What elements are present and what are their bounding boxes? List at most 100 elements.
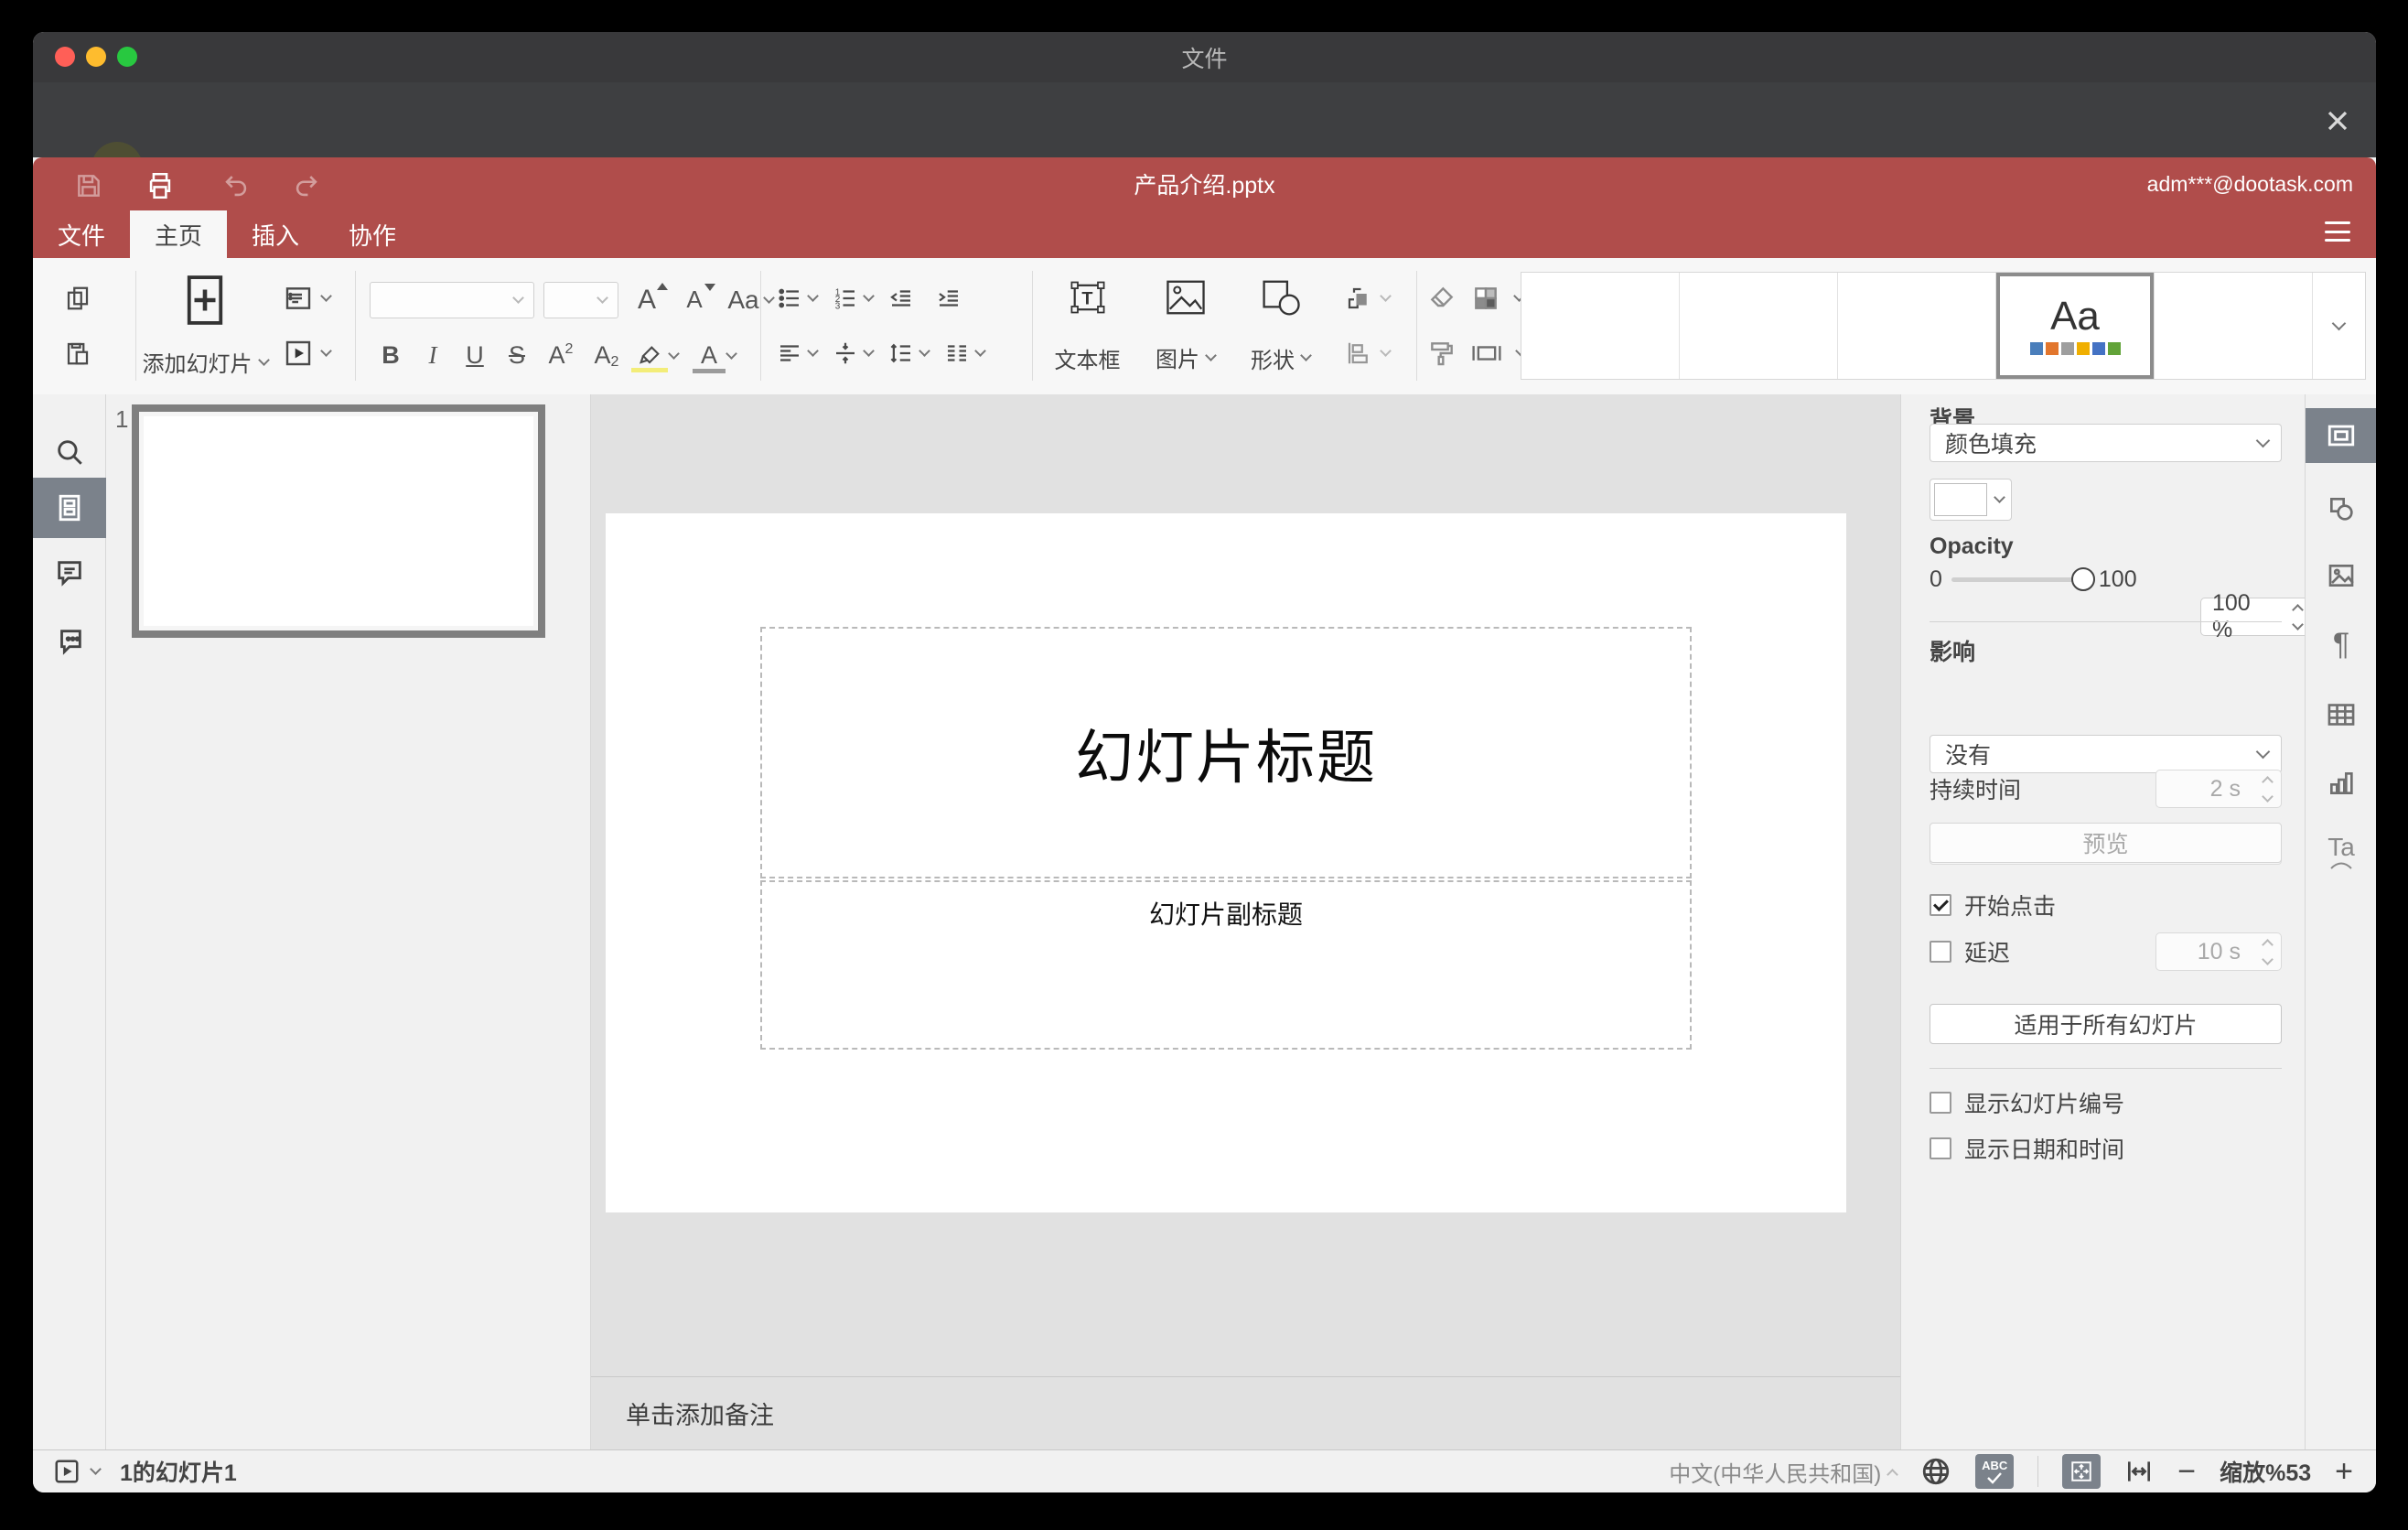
slide-size-icon[interactable] bbox=[1471, 339, 1502, 368]
preview-options-icon[interactable] bbox=[90, 1463, 102, 1475]
zoom-in-icon[interactable]: + bbox=[2335, 1456, 2353, 1487]
image-button[interactable]: 图片 bbox=[1142, 258, 1229, 393]
increase-font-icon[interactable]: A bbox=[628, 282, 668, 316]
line-spacing-icon[interactable] bbox=[887, 339, 915, 367]
comments-icon[interactable] bbox=[33, 543, 106, 603]
textbox-button[interactable]: T 文本框 bbox=[1044, 258, 1131, 393]
textart-settings-icon[interactable]: Ta bbox=[2306, 820, 2376, 875]
vertical-align-icon[interactable] bbox=[832, 339, 859, 367]
menu-icon[interactable] bbox=[2325, 221, 2350, 242]
subscript-icon[interactable]: A2 bbox=[584, 341, 629, 370]
strikethrough-icon[interactable]: S bbox=[496, 341, 538, 370]
fill-color-swatch[interactable] bbox=[1930, 479, 2012, 521]
slide-page[interactable]: 幻灯片标题 幻灯片副标题 bbox=[606, 513, 1846, 1212]
tab-home[interactable]: 主页 bbox=[130, 210, 228, 258]
arrange-icon[interactable] bbox=[1345, 285, 1372, 312]
bullet-list-icon[interactable] bbox=[776, 285, 803, 312]
show-date-time-row[interactable]: 显示日期和时间 bbox=[1930, 1132, 2282, 1165]
fill-type-select[interactable]: 颜色填充 bbox=[1930, 424, 2282, 462]
color-scheme-icon[interactable] bbox=[1471, 284, 1500, 313]
zoom-out-icon[interactable]: − bbox=[2177, 1456, 2196, 1487]
shape-button[interactable]: 形状 bbox=[1237, 258, 1324, 393]
opacity-min-label: 0 bbox=[1930, 566, 1942, 592]
highlight-color-icon[interactable] bbox=[629, 343, 670, 372]
image-settings-icon[interactable] bbox=[2306, 548, 2376, 603]
editing-canvas[interactable]: 幻灯片标题 幻灯片副标题 bbox=[591, 394, 1900, 1376]
copy-style-icon[interactable] bbox=[1427, 339, 1457, 368]
apply-to-all-button[interactable]: 适用于所有幻灯片 bbox=[1930, 1004, 2282, 1044]
fit-width-icon[interactable] bbox=[2124, 1457, 2154, 1486]
tab-collaboration[interactable]: 协作 bbox=[324, 210, 421, 258]
delay-checkbox-row[interactable]: 延迟 bbox=[1930, 935, 2010, 968]
table-settings-icon[interactable] bbox=[2306, 687, 2376, 742]
decrease-indent-icon[interactable] bbox=[887, 285, 915, 312]
theme-slot-selected[interactable]: Aa bbox=[1996, 273, 2155, 379]
bold-icon[interactable]: B bbox=[370, 341, 412, 370]
decrease-font-icon[interactable]: A bbox=[675, 284, 715, 314]
search-icon[interactable] bbox=[33, 422, 106, 482]
start-on-click-checkbox-row[interactable]: 开始点击 bbox=[1930, 889, 2282, 921]
tab-insert[interactable]: 插入 bbox=[227, 210, 324, 258]
increase-indent-icon[interactable] bbox=[935, 285, 962, 312]
right-rail: ¶ Ta bbox=[2305, 394, 2376, 1449]
language-select[interactable]: 中文(中华人民共和国) bbox=[1669, 1456, 1899, 1488]
close-icon[interactable] bbox=[2317, 100, 2359, 142]
numbered-list-icon[interactable]: 123 bbox=[832, 285, 859, 312]
change-case-icon[interactable]: Aa bbox=[723, 286, 778, 315]
opacity-input[interactable]: 100 % bbox=[2200, 590, 2312, 642]
effect-select[interactable]: 没有 bbox=[1930, 735, 2282, 773]
font-name-select[interactable] bbox=[370, 281, 534, 318]
slide-settings-panel: 背景 颜色填充 Opacity 0 100 100 % 影响 没有 持续时间 2… bbox=[1900, 394, 2312, 1449]
slide-layout-icon[interactable] bbox=[284, 284, 313, 313]
theme-slot[interactable] bbox=[2155, 273, 2313, 379]
chart-settings-icon[interactable] bbox=[2306, 756, 2376, 811]
add-slide-button[interactable]: 添加幻灯片 bbox=[132, 258, 278, 393]
theme-gallery-expand-icon[interactable] bbox=[2313, 273, 2365, 379]
show-date-time-checkbox[interactable] bbox=[1930, 1137, 1951, 1159]
font-color-icon[interactable]: A bbox=[691, 341, 727, 374]
align-icon[interactable] bbox=[776, 339, 803, 367]
shape-icon bbox=[1260, 277, 1302, 322]
document-language-icon[interactable] bbox=[1920, 1456, 1951, 1487]
step-up-icon[interactable] bbox=[2292, 603, 2304, 616]
theme-slot[interactable] bbox=[1680, 273, 1838, 379]
theme-color-swatch bbox=[2029, 342, 2043, 355]
subtitle-placeholder[interactable]: 幻灯片副标题 bbox=[760, 880, 1692, 1050]
preview-button[interactable]: 预览 bbox=[1930, 823, 2282, 863]
shape-settings-icon[interactable] bbox=[2306, 481, 2376, 536]
slide-settings-icon[interactable] bbox=[2306, 408, 2376, 463]
tab-file[interactable]: 文件 bbox=[33, 210, 130, 258]
clear-style-icon[interactable] bbox=[1427, 284, 1457, 313]
duration-input[interactable]: 2 s bbox=[2155, 770, 2282, 808]
slide-thumbnail[interactable] bbox=[132, 404, 545, 638]
columns-icon[interactable] bbox=[943, 339, 971, 367]
theme-slot[interactable] bbox=[1521, 273, 1680, 379]
superscript-icon[interactable]: A2 bbox=[538, 341, 584, 370]
theme-slot[interactable] bbox=[1838, 273, 1996, 379]
paragraph-settings-icon[interactable]: ¶ bbox=[2306, 617, 2376, 672]
start-on-click-checkbox[interactable] bbox=[1930, 894, 1951, 916]
show-slide-number-row[interactable]: 显示幻灯片编号 bbox=[1930, 1086, 2282, 1119]
main-area: 1 幻灯片标题 幻灯片副标题 单击添加备注 背景 颜色填充 Opacity 0 … bbox=[33, 394, 2376, 1449]
chat-icon[interactable] bbox=[33, 611, 106, 672]
italic-icon[interactable]: I bbox=[412, 341, 454, 370]
opacity-slider-knob[interactable] bbox=[2070, 567, 2095, 591]
theme-color-swatch bbox=[2076, 342, 2090, 355]
delay-input[interactable]: 10 s bbox=[2155, 932, 2282, 971]
opacity-slider[interactable] bbox=[1951, 567, 2095, 591]
paste-icon[interactable] bbox=[64, 339, 91, 367]
show-slide-number-checkbox[interactable] bbox=[1930, 1092, 1951, 1114]
delay-checkbox[interactable] bbox=[1930, 941, 1951, 963]
underline-icon[interactable]: U bbox=[454, 341, 496, 370]
start-slideshow-icon[interactable] bbox=[284, 339, 313, 368]
slides-panel-icon[interactable] bbox=[33, 478, 106, 538]
step-down-icon[interactable] bbox=[2292, 618, 2304, 630]
notes-area[interactable]: 单击添加备注 bbox=[591, 1376, 1900, 1449]
font-size-select[interactable] bbox=[543, 281, 618, 318]
align-shapes-icon[interactable] bbox=[1345, 339, 1372, 367]
copy-icon[interactable] bbox=[64, 285, 91, 312]
title-placeholder[interactable]: 幻灯片标题 bbox=[760, 627, 1692, 878]
spellcheck-icon[interactable]: ABC bbox=[1975, 1454, 2015, 1489]
start-preview-icon[interactable] bbox=[53, 1458, 81, 1485]
fit-slide-icon[interactable] bbox=[2062, 1454, 2102, 1489]
